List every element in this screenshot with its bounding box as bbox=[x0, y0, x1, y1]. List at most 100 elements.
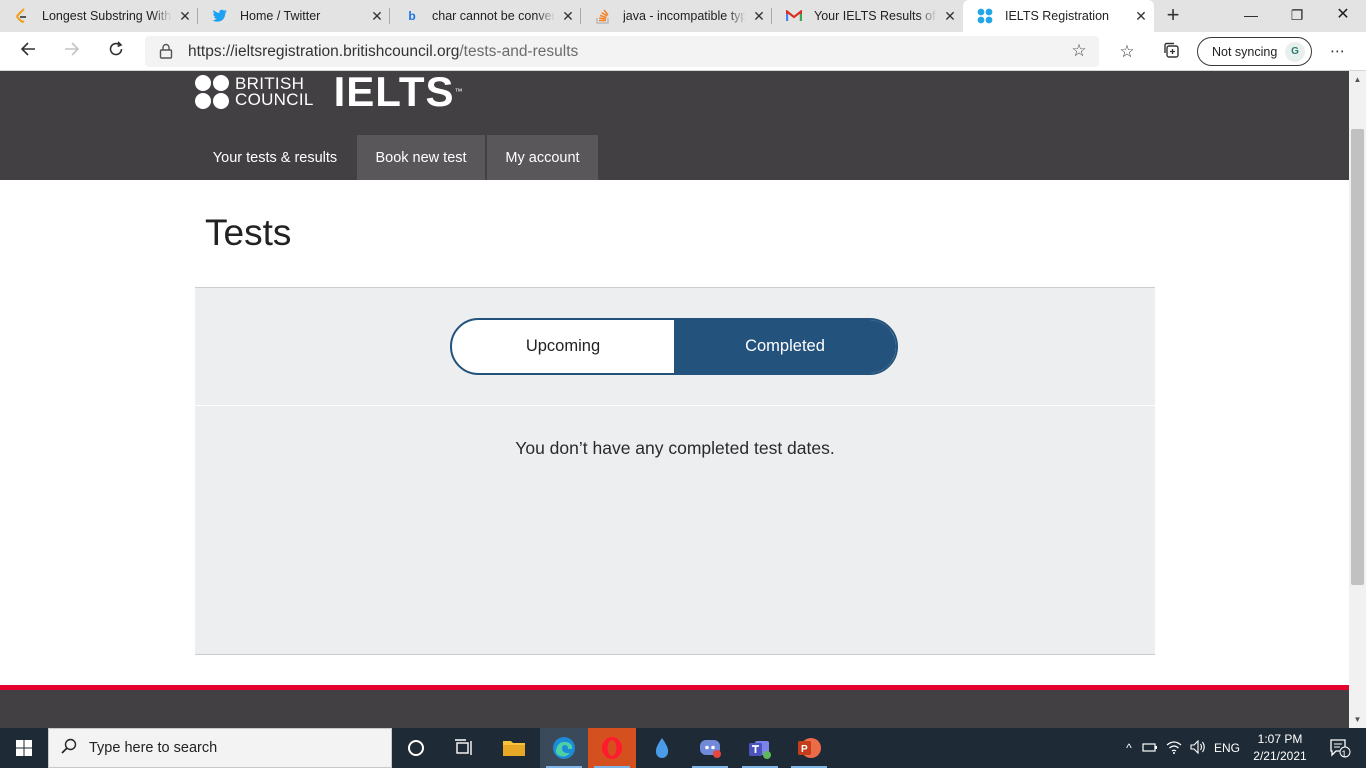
volume-icon[interactable] bbox=[1186, 739, 1210, 757]
empty-state-message: You don’t have any completed test dates. bbox=[515, 438, 835, 458]
refresh-icon bbox=[109, 41, 123, 56]
panel-divider bbox=[195, 405, 1155, 406]
sync-status-label: Not syncing bbox=[1212, 44, 1278, 59]
task-view-icon[interactable] bbox=[440, 728, 488, 768]
nav-book-new-test[interactable]: Book new test bbox=[357, 135, 485, 180]
trademark-symbol: ™ bbox=[454, 87, 464, 96]
battery-icon[interactable] bbox=[1138, 741, 1162, 756]
british-council-ielts-logo[interactable]: BRITISH COUNCIL IELTS™ bbox=[195, 71, 464, 113]
profile-sync-button[interactable]: Not syncing G bbox=[1197, 37, 1312, 66]
collections-icon[interactable] bbox=[1160, 41, 1182, 63]
main-nav: Your tests & results Book new test My ac… bbox=[195, 135, 600, 180]
forward-button[interactable] bbox=[57, 37, 87, 65]
notification-count: 1 bbox=[1341, 749, 1347, 759]
arrow-right-icon bbox=[65, 42, 80, 56]
edge-browser-icon[interactable] bbox=[540, 728, 588, 768]
minimize-button[interactable]: — bbox=[1228, 0, 1274, 32]
windows-logo-icon bbox=[16, 740, 32, 756]
start-button[interactable] bbox=[0, 728, 48, 768]
taskbar-clock[interactable]: 1:07 PM 2/21/2021 bbox=[1244, 731, 1316, 765]
british-council-dots-icon bbox=[195, 75, 229, 109]
close-icon[interactable]: ✕ bbox=[937, 8, 963, 25]
tab-title: Home / Twitter bbox=[240, 9, 321, 23]
completed-tab[interactable]: Completed bbox=[674, 320, 896, 373]
url-text[interactable]: https://ieltsregistration.britishcouncil… bbox=[188, 43, 578, 61]
close-icon[interactable]: ✕ bbox=[172, 8, 198, 25]
svg-text:P: P bbox=[801, 744, 808, 755]
clock-time: 1:07 PM bbox=[1257, 732, 1303, 746]
browser-toolbar: https://ieltsregistration.britishcouncil… bbox=[0, 32, 1366, 71]
cortana-icon[interactable] bbox=[392, 728, 440, 768]
browser-tab[interactable]: Your IELTS Results of 13 ✕ bbox=[772, 0, 963, 32]
upcoming-tab[interactable]: Upcoming bbox=[452, 320, 674, 373]
restore-button[interactable]: ❐ bbox=[1274, 0, 1320, 32]
browser-tab[interactable]: Home / Twitter ✕ bbox=[198, 0, 390, 32]
british-council-wordmark: BRITISH COUNCIL bbox=[235, 75, 314, 109]
refresh-button[interactable] bbox=[101, 37, 131, 65]
window-close-button[interactable]: ✕ bbox=[1320, 0, 1366, 32]
scrollbar-thumb[interactable] bbox=[1351, 129, 1364, 585]
tests-panel: Upcoming Completed You don’t have any co… bbox=[195, 287, 1155, 655]
action-center-button[interactable]: 1 bbox=[1322, 728, 1358, 768]
favorites-icon[interactable]: ☆ bbox=[1116, 41, 1138, 63]
tests-filter-toggle: Upcoming Completed bbox=[450, 318, 898, 375]
lock-icon[interactable] bbox=[159, 43, 173, 59]
page-title: Tests bbox=[205, 212, 292, 253]
address-bar[interactable]: https://ieltsregistration.britishcouncil… bbox=[145, 36, 1099, 67]
gmail-icon bbox=[786, 8, 802, 24]
site-header: BRITISH COUNCIL IELTS™ Your tests & resu… bbox=[0, 71, 1349, 180]
search-placeholder: Type here to search bbox=[89, 740, 218, 756]
tab-title: Longest Substring Without Repeating Char… bbox=[42, 9, 172, 23]
nav-your-tests-results[interactable]: Your tests & results bbox=[195, 135, 355, 180]
close-icon[interactable]: ✕ bbox=[364, 8, 390, 25]
more-menu-icon[interactable]: ⋯ bbox=[1327, 41, 1349, 63]
browser-tab[interactable]: java - incompatible types ✕ bbox=[581, 0, 772, 32]
discord-icon[interactable] bbox=[686, 728, 734, 768]
scroll-up-arrow-icon[interactable]: ▲ bbox=[1349, 71, 1366, 88]
close-icon[interactable]: ✕ bbox=[555, 8, 581, 25]
close-icon[interactable]: ✕ bbox=[746, 8, 772, 25]
arrow-left-icon bbox=[20, 42, 35, 56]
ielts-text: IELTS bbox=[333, 71, 455, 115]
british-council-icon bbox=[977, 8, 993, 24]
page-scrollbar[interactable]: ▲ ▼ bbox=[1349, 71, 1366, 728]
nav-my-account[interactable]: My account bbox=[487, 135, 598, 180]
close-icon[interactable]: ✕ bbox=[1128, 8, 1154, 25]
twitter-icon bbox=[212, 8, 228, 24]
scroll-down-arrow-icon[interactable]: ▼ bbox=[1349, 711, 1366, 728]
droplet-app-icon[interactable] bbox=[638, 728, 686, 768]
windows-taskbar: Type here to search P ^ ENG 1:07 PM 2/21… bbox=[0, 728, 1366, 768]
system-tray: ^ ENG bbox=[1120, 728, 1244, 768]
add-favorite-icon[interactable]: ☆ bbox=[1069, 41, 1089, 61]
powerpoint-icon[interactable]: P bbox=[785, 728, 833, 768]
leetcode-icon bbox=[14, 8, 30, 24]
wifi-icon[interactable] bbox=[1162, 740, 1186, 757]
avatar: G bbox=[1285, 42, 1305, 62]
browser-tab[interactable]: Longest Substring Without Repeating Char… bbox=[0, 0, 198, 32]
tab-title: java - incompatible types bbox=[623, 9, 746, 23]
new-tab-button[interactable]: + bbox=[1160, 4, 1186, 28]
url-path: /tests-and-results bbox=[459, 43, 579, 60]
tab-title: IELTS Registration bbox=[1005, 9, 1109, 23]
stackoverflow-icon bbox=[595, 8, 611, 24]
tab-title: Your IELTS Results of 13 bbox=[814, 9, 937, 23]
search-icon bbox=[49, 738, 89, 759]
clock-date: 2/21/2021 bbox=[1253, 749, 1307, 763]
site-footer bbox=[0, 690, 1349, 728]
opera-icon[interactable] bbox=[588, 728, 636, 768]
input-language[interactable]: ENG bbox=[1210, 741, 1244, 755]
taskbar-search[interactable]: Type here to search bbox=[48, 728, 392, 768]
browser-tab-strip: Longest Substring Without Repeating Char… bbox=[0, 0, 1366, 32]
tab-title: char cannot be converted to String bbox=[432, 9, 555, 23]
file-explorer-icon[interactable] bbox=[490, 728, 538, 768]
bing-icon: b bbox=[408, 9, 416, 23]
teams-icon[interactable] bbox=[736, 728, 784, 768]
ielts-wordmark: IELTS™ bbox=[334, 71, 464, 113]
url-host: https://ieltsregistration.britishcouncil… bbox=[188, 43, 460, 60]
page-viewport: BRITISH COUNCIL IELTS™ Your tests & resu… bbox=[0, 71, 1349, 728]
brand-line-2: COUNCIL bbox=[235, 90, 314, 109]
browser-tab-active[interactable]: IELTS Registration ✕ bbox=[963, 0, 1154, 32]
browser-tab[interactable]: b char cannot be converted to String ✕ bbox=[390, 0, 581, 32]
back-button[interactable] bbox=[13, 37, 43, 65]
chevron-up-icon[interactable]: ^ bbox=[1120, 741, 1138, 755]
